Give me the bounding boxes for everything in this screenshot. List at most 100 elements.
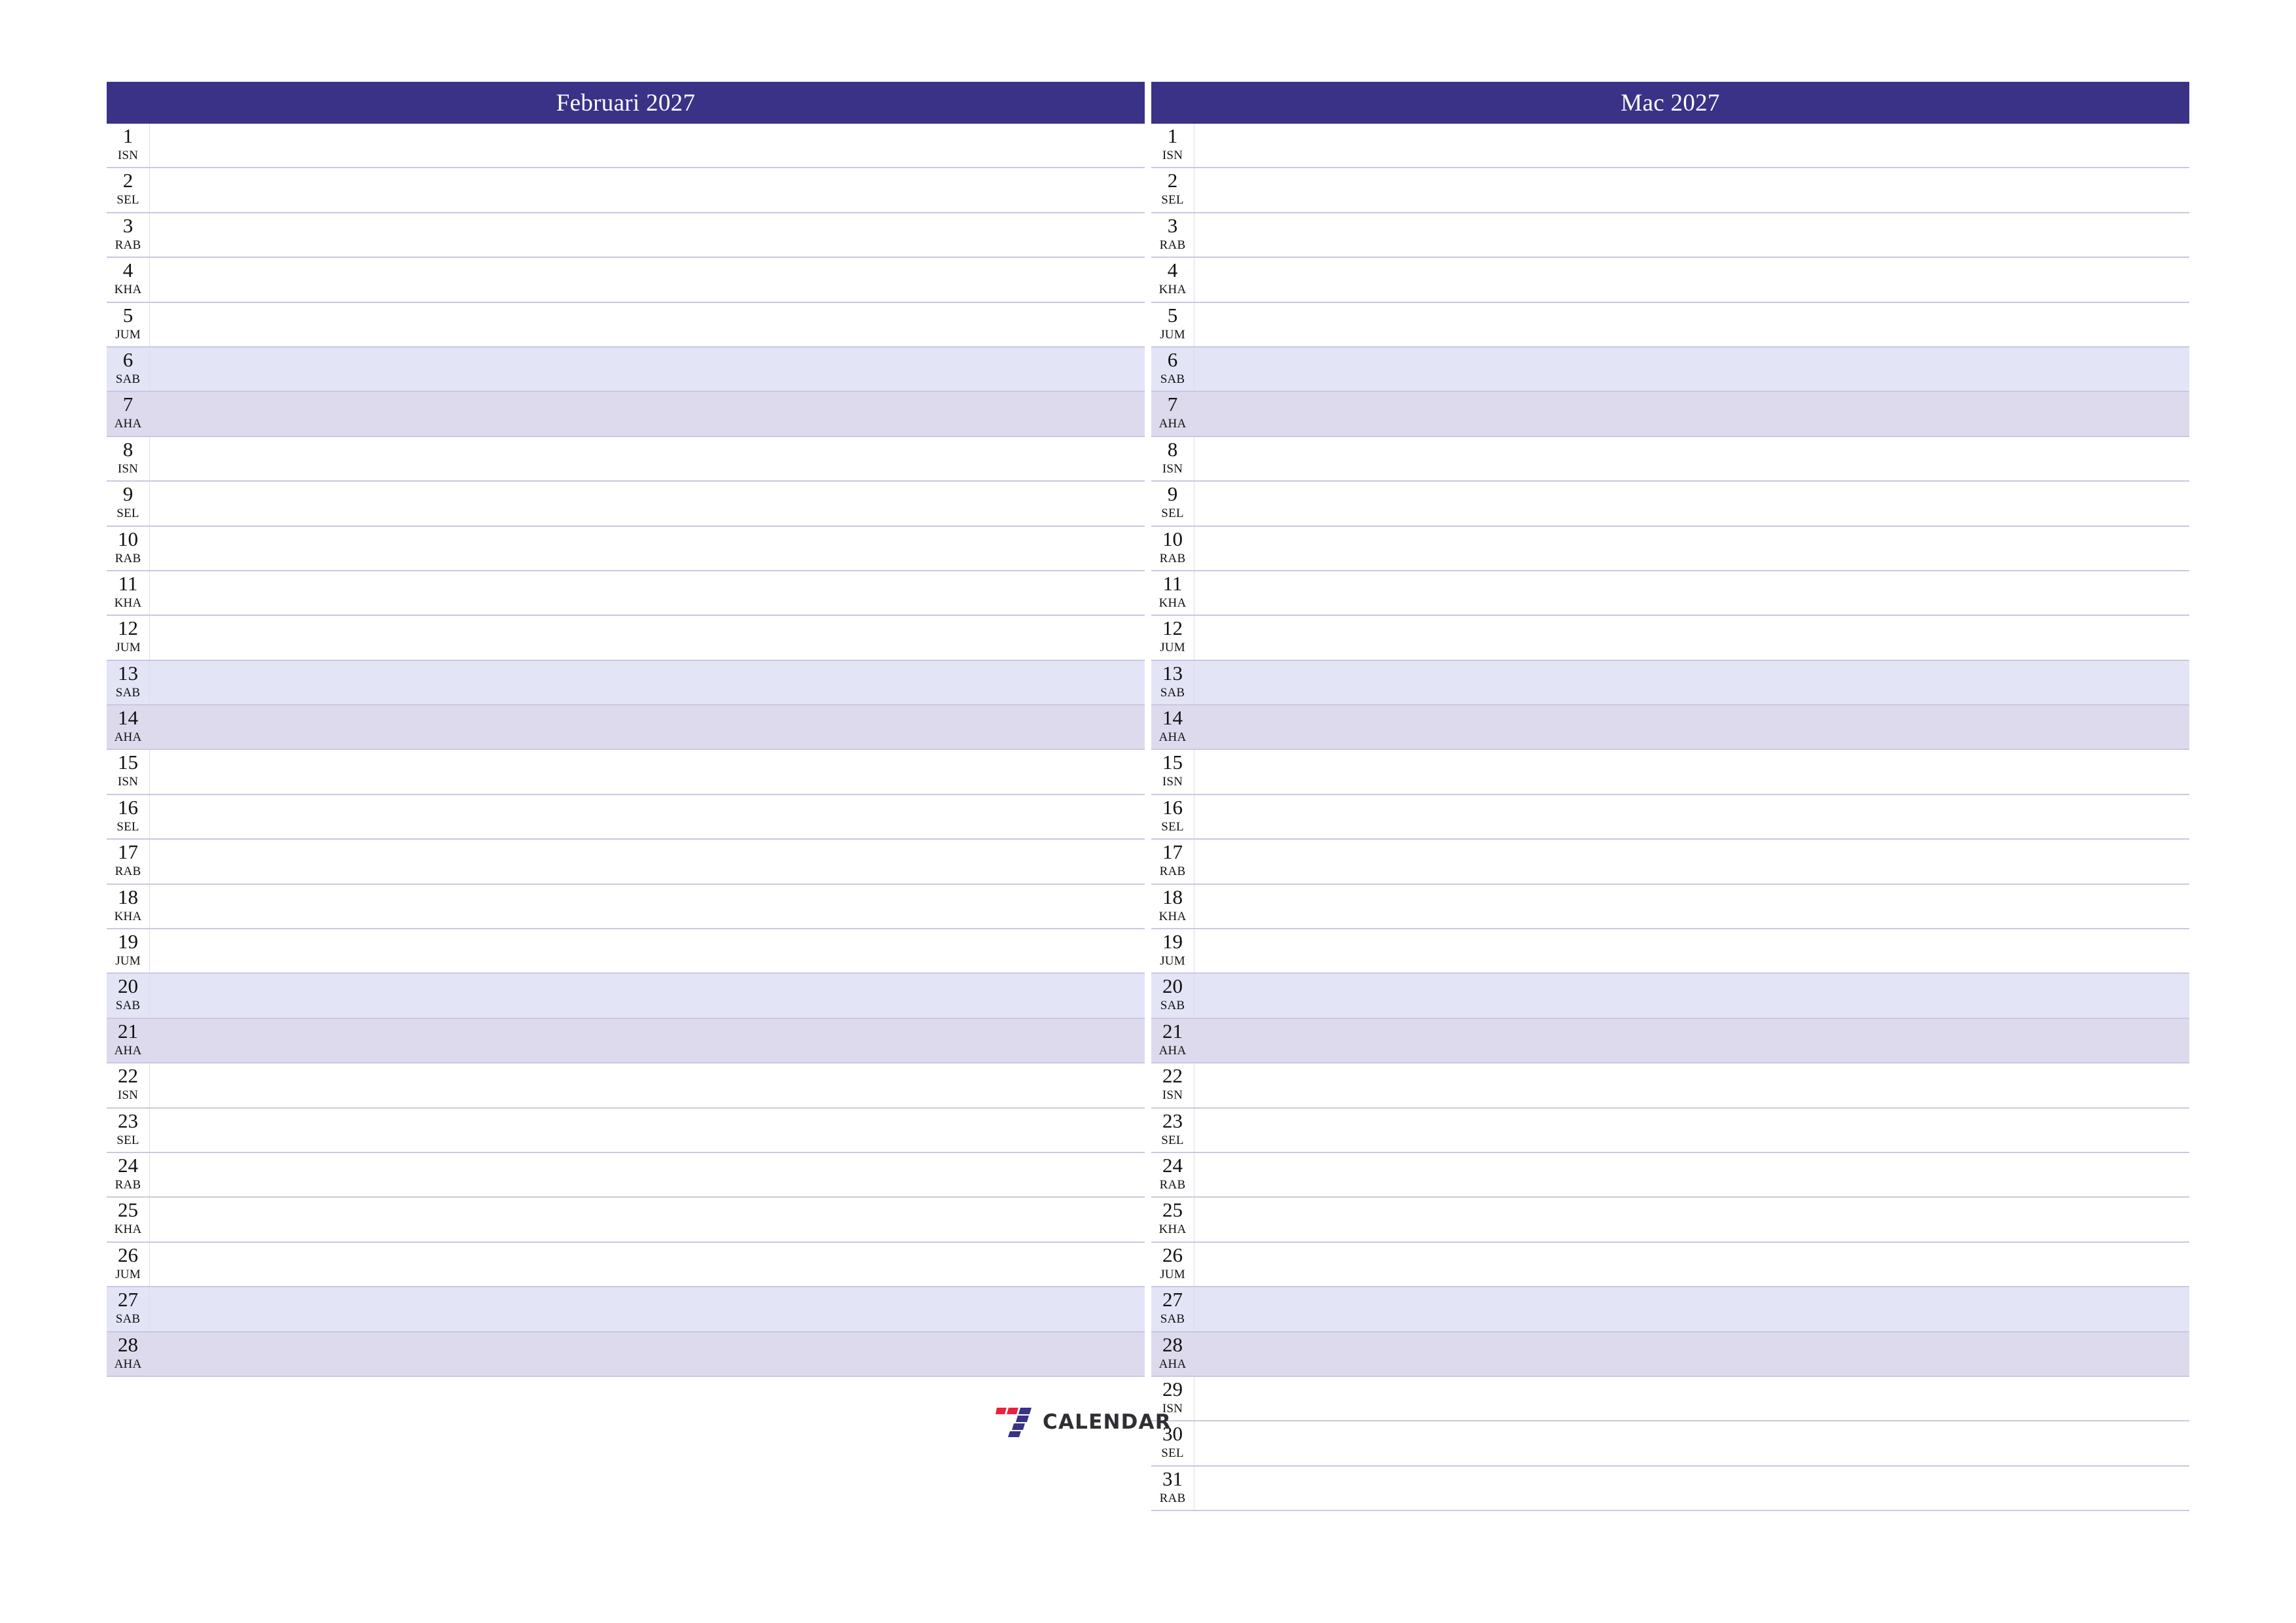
- day-row[interactable]: 30 SEL: [1151, 1421, 2189, 1467]
- day-note-area[interactable]: [150, 348, 1145, 391]
- day-row[interactable]: 27 SAB: [107, 1287, 1145, 1332]
- day-row[interactable]: 3 RAB: [1151, 213, 2189, 259]
- day-note-area[interactable]: [1194, 974, 2189, 1017]
- day-note-area[interactable]: [150, 571, 1145, 615]
- day-note-area[interactable]: [150, 1287, 1145, 1330]
- day-row[interactable]: 19 JUM: [107, 929, 1145, 974]
- day-row[interactable]: 2 SEL: [1151, 168, 2189, 213]
- day-row[interactable]: 6 SAB: [107, 347, 1145, 393]
- day-row[interactable]: 10 RAB: [107, 526, 1145, 571]
- day-note-area[interactable]: [150, 1063, 1145, 1107]
- day-row[interactable]: 20 SAB: [1151, 974, 2189, 1019]
- day-note-area[interactable]: [1194, 348, 2189, 391]
- day-row[interactable]: 8 ISN: [1151, 437, 2189, 482]
- day-row[interactable]: 7 AHA: [1151, 392, 2189, 437]
- day-note-area[interactable]: [1194, 1467, 2189, 1510]
- day-row[interactable]: 17 RAB: [107, 840, 1145, 885]
- day-note-area[interactable]: [150, 1243, 1145, 1286]
- day-row[interactable]: 16 SEL: [107, 794, 1145, 840]
- day-row[interactable]: 23 SEL: [107, 1108, 1145, 1153]
- day-note-area[interactable]: [1194, 661, 2189, 704]
- day-note-area[interactable]: [150, 795, 1145, 838]
- day-note-area[interactable]: [150, 661, 1145, 704]
- day-row[interactable]: 26 JUM: [107, 1242, 1145, 1288]
- day-row[interactable]: 7 AHA: [107, 392, 1145, 437]
- day-row[interactable]: 26 JUM: [1151, 1242, 2189, 1288]
- day-note-area[interactable]: [1194, 392, 2189, 435]
- day-row[interactable]: 14 AHA: [107, 705, 1145, 751]
- day-row[interactable]: 2 SEL: [107, 168, 1145, 213]
- day-note-area[interactable]: [150, 1332, 1145, 1376]
- day-row[interactable]: 8 ISN: [107, 437, 1145, 482]
- day-note-area[interactable]: [1194, 840, 2189, 883]
- day-row[interactable]: 1 ISN: [107, 124, 1145, 169]
- day-row[interactable]: 9 SEL: [1151, 482, 2189, 527]
- day-row[interactable]: 14 AHA: [1151, 705, 2189, 751]
- day-row[interactable]: 25 KHA: [1151, 1198, 2189, 1243]
- day-row[interactable]: 12 JUM: [107, 616, 1145, 661]
- day-note-area[interactable]: [1194, 750, 2189, 793]
- day-note-area[interactable]: [1194, 437, 2189, 480]
- day-row[interactable]: 6 SAB: [1151, 347, 2189, 393]
- day-row[interactable]: 21 AHA: [1151, 1018, 2189, 1064]
- day-note-area[interactable]: [1194, 1243, 2189, 1286]
- day-note-area[interactable]: [1194, 705, 2189, 749]
- day-row[interactable]: 28 AHA: [107, 1332, 1145, 1377]
- day-row[interactable]: 25 KHA: [107, 1198, 1145, 1243]
- day-note-area[interactable]: [1194, 1063, 2189, 1107]
- day-note-area[interactable]: [150, 1109, 1145, 1152]
- day-row[interactable]: 29 ISN: [1151, 1376, 2189, 1422]
- day-note-area[interactable]: [1194, 571, 2189, 615]
- day-note-area[interactable]: [150, 437, 1145, 480]
- day-row[interactable]: 3 RAB: [107, 213, 1145, 259]
- day-row[interactable]: 1 ISN: [1151, 124, 2189, 169]
- day-note-area[interactable]: [150, 482, 1145, 525]
- day-row[interactable]: 23 SEL: [1151, 1108, 2189, 1153]
- day-row[interactable]: 11 KHA: [1151, 571, 2189, 616]
- day-row[interactable]: 31 RAB: [1151, 1466, 2189, 1512]
- day-row[interactable]: 24 RAB: [107, 1152, 1145, 1198]
- day-note-area[interactable]: [1194, 1019, 2189, 1062]
- day-note-area[interactable]: [1194, 168, 2189, 211]
- day-note-area[interactable]: [150, 705, 1145, 749]
- day-row[interactable]: 5 JUM: [107, 302, 1145, 348]
- day-row[interactable]: 4 KHA: [107, 258, 1145, 303]
- day-note-area[interactable]: [1194, 1332, 2189, 1376]
- day-note-area[interactable]: [150, 168, 1145, 211]
- day-row[interactable]: 16 SEL: [1151, 794, 2189, 840]
- day-row[interactable]: 27 SAB: [1151, 1287, 2189, 1332]
- day-row[interactable]: 18 KHA: [1151, 884, 2189, 930]
- day-note-area[interactable]: [1194, 303, 2189, 346]
- day-note-area[interactable]: [150, 885, 1145, 928]
- day-note-area[interactable]: [150, 616, 1145, 659]
- day-row[interactable]: 18 KHA: [107, 884, 1145, 930]
- day-note-area[interactable]: [1194, 1109, 2189, 1152]
- day-note-area[interactable]: [1194, 1287, 2189, 1330]
- day-note-area[interactable]: [150, 1153, 1145, 1196]
- day-note-area[interactable]: [1194, 795, 2189, 838]
- day-row[interactable]: 24 RAB: [1151, 1152, 2189, 1198]
- day-note-area[interactable]: [1194, 1153, 2189, 1196]
- day-note-area[interactable]: [1194, 929, 2189, 972]
- day-row[interactable]: 15 ISN: [1151, 750, 2189, 795]
- day-note-area[interactable]: [1194, 1198, 2189, 1241]
- day-note-area[interactable]: [150, 527, 1145, 570]
- day-row[interactable]: 9 SEL: [107, 482, 1145, 527]
- day-note-area[interactable]: [150, 303, 1145, 346]
- day-note-area[interactable]: [150, 213, 1145, 257]
- day-row[interactable]: 28 AHA: [1151, 1332, 2189, 1377]
- day-row[interactable]: 5 JUM: [1151, 302, 2189, 348]
- day-note-area[interactable]: [1194, 527, 2189, 570]
- day-row[interactable]: 15 ISN: [107, 750, 1145, 795]
- day-note-area[interactable]: [150, 124, 1145, 167]
- day-row[interactable]: 12 JUM: [1151, 616, 2189, 661]
- day-row[interactable]: 22 ISN: [107, 1063, 1145, 1109]
- day-row[interactable]: 13 SAB: [107, 660, 1145, 706]
- day-note-area[interactable]: [1194, 258, 2189, 301]
- day-note-area[interactable]: [150, 1019, 1145, 1062]
- day-note-area[interactable]: [1194, 1377, 2189, 1420]
- day-row[interactable]: 20 SAB: [107, 974, 1145, 1019]
- day-note-area[interactable]: [150, 750, 1145, 793]
- day-note-area[interactable]: [150, 1198, 1145, 1241]
- day-row[interactable]: 4 KHA: [1151, 258, 2189, 303]
